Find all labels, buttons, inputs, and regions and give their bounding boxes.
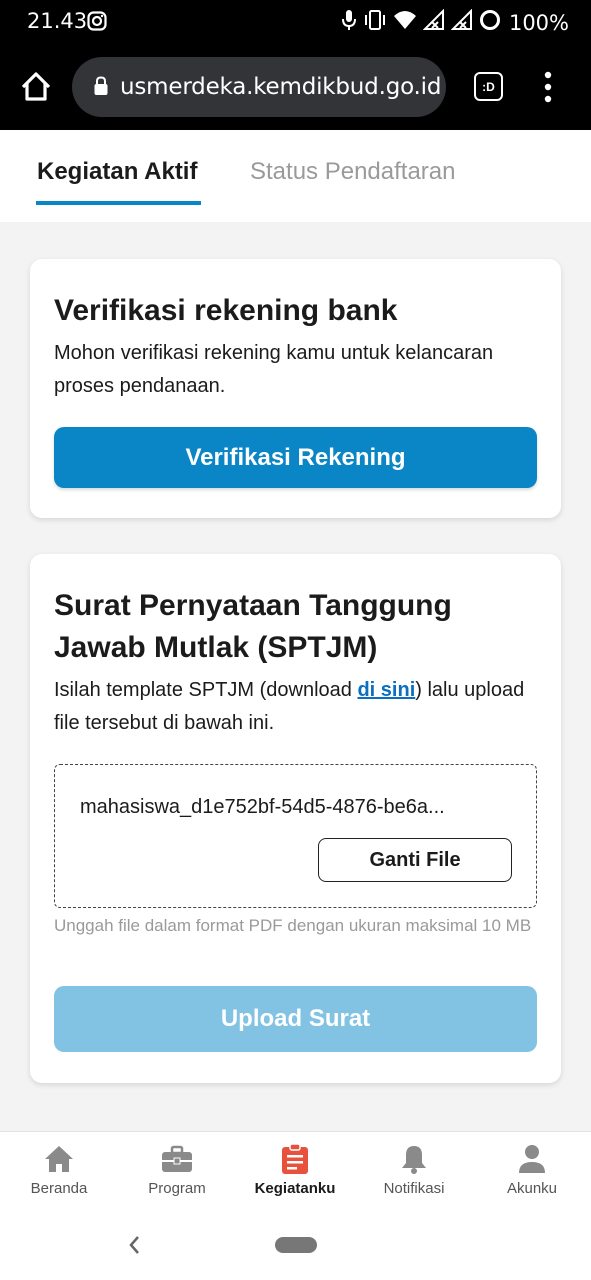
- sptjm-card-description: Isilah template SPTJM (download di sini)…: [54, 674, 544, 740]
- browser-toolbar: usmerdeka.kemdikbud.go.id :D: [0, 44, 591, 130]
- nav-item-akunku[interactable]: Akunku: [473, 1132, 591, 1210]
- url-text[interactable]: usmerdeka.kemdikbud.go.id: [120, 74, 441, 100]
- nav-item-notifikasi[interactable]: Notifikasi: [355, 1132, 473, 1210]
- bank-card-description: Mohon verifikasi rekening kamu untuk kel…: [54, 342, 494, 397]
- signal-icon: [422, 8, 445, 36]
- status-bar: 21.43 100%: [0, 0, 591, 44]
- bank-card-title: Verifikasi rekening bank: [54, 294, 398, 327]
- nav-label-program: Program: [148, 1180, 206, 1197]
- upload-letter-button[interactable]: Upload Surat: [54, 986, 537, 1052]
- bank-verification-card: Verifikasi rekening bank Mohon verifikas…: [30, 259, 561, 518]
- nav-item-program[interactable]: Program: [118, 1132, 236, 1210]
- sptjm-card: Surat Pernyataan Tanggung Jawab Mutlak (…: [30, 554, 561, 1083]
- nav-item-kegiatanku[interactable]: Kegiatanku: [236, 1132, 354, 1210]
- upload-hint: Unggah file dalam format PDF dengan ukur…: [54, 916, 532, 935]
- user-icon: [516, 1144, 548, 1174]
- tab-switcher-button[interactable]: :D: [474, 72, 503, 101]
- activity-tabs: Kegiatan Aktif Status Pendaftaran: [0, 130, 591, 222]
- url-bar[interactable]: usmerdeka.kemdikbud.go.id: [72, 57, 446, 117]
- wifi-icon: [393, 9, 417, 36]
- clipboard-icon: [279, 1143, 311, 1174]
- vibrate-icon: [363, 8, 387, 37]
- briefcase-icon: [161, 1144, 193, 1174]
- uploaded-filename: mahasiswa_d1e752bf-54d5-4876-be6a...: [80, 796, 445, 818]
- more-icon[interactable]: [542, 71, 554, 103]
- home-gesture-pill[interactable]: [275, 1237, 317, 1253]
- nav-label-akunku: Akunku: [506, 1180, 558, 1197]
- home-icon[interactable]: [19, 70, 53, 104]
- bell-icon: [398, 1144, 430, 1174]
- lock-icon[interactable]: [93, 76, 109, 101]
- nav-item-beranda[interactable]: Beranda: [0, 1132, 118, 1210]
- verify-account-button[interactable]: Verifikasi Rekening: [54, 427, 537, 488]
- instagram-icon: [87, 11, 107, 36]
- sptjm-card-title: Surat Pernyataan Tanggung Jawab Mutlak (…: [54, 589, 452, 664]
- nav-label-notifikasi: Notifikasi: [383, 1180, 445, 1197]
- tab-status-pendaftaran[interactable]: Status Pendaftaran: [250, 158, 455, 186]
- download-template-link[interactable]: di sini: [357, 679, 415, 701]
- nav-label-kegiatanku: Kegiatanku: [254, 1180, 336, 1197]
- battery-level: 100%: [508, 10, 569, 35]
- signal-icon: [450, 8, 473, 36]
- change-file-button[interactable]: Ganti File: [318, 838, 512, 882]
- bottom-navigation: Beranda Program Kegiatanku Notifikasi Ak…: [0, 1131, 591, 1209]
- tab-active-indicator: [36, 201, 201, 205]
- back-icon[interactable]: [127, 1234, 141, 1261]
- nav-label-beranda: Beranda: [30, 1180, 88, 1197]
- system-navigation: [0, 1209, 591, 1280]
- file-dropzone[interactable]: mahasiswa_d1e752bf-54d5-4876-be6a... Gan…: [54, 764, 537, 908]
- tab-kegiatan-aktif[interactable]: Kegiatan Aktif: [37, 158, 197, 186]
- mic-icon: [341, 8, 357, 37]
- home-icon: [43, 1144, 75, 1174]
- dnd-icon: [479, 9, 501, 36]
- status-time: 21.43: [27, 9, 88, 33]
- sptjm-desc-before: Isilah template SPTJM (download: [54, 679, 358, 701]
